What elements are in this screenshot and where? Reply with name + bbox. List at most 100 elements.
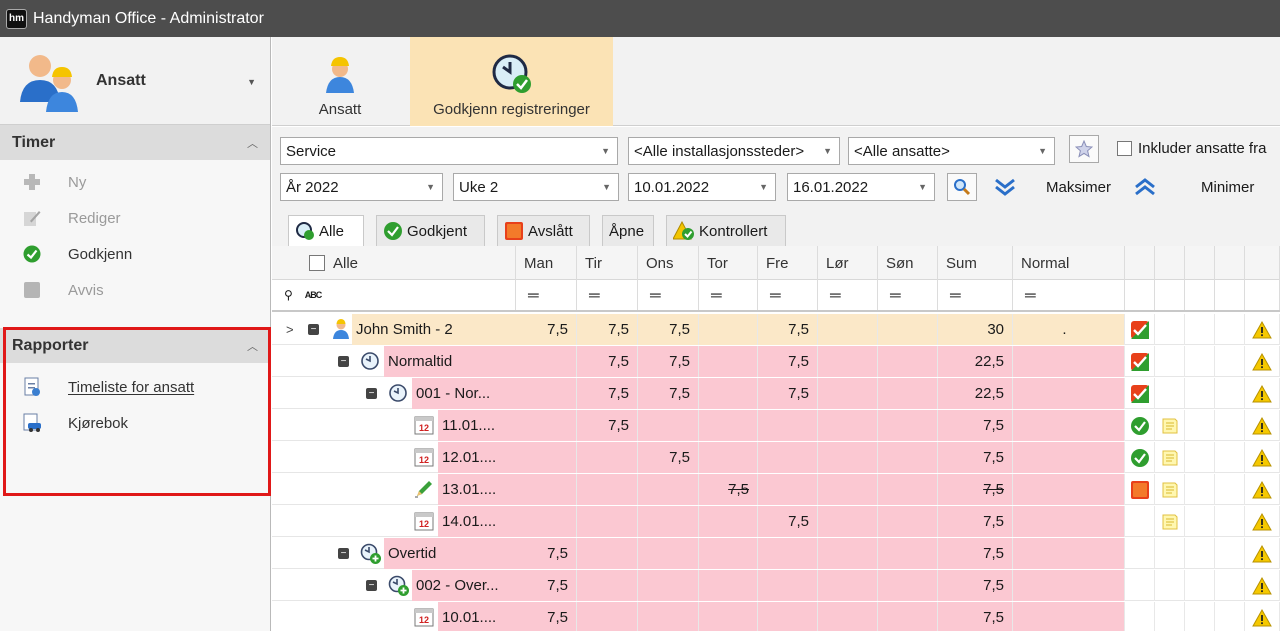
sum-cell[interactable]: 22,5 [938, 346, 1013, 377]
row-name-cell[interactable]: − Overtid [272, 538, 516, 569]
normal-cell[interactable] [1013, 570, 1125, 601]
ribbon-button-approve-registrations[interactable]: Godkjenn registreringer [410, 37, 613, 126]
sum-cell[interactable]: 7,5 [938, 506, 1013, 537]
row-name-cell[interactable]: > − John Smith - 2 [272, 314, 516, 345]
status-cell[interactable] [1125, 346, 1155, 377]
name-filter-cell[interactable]: ⚲ ABC [272, 280, 516, 310]
sum-cell[interactable]: 7,5 [938, 442, 1013, 473]
day-cell[interactable] [638, 570, 699, 601]
chevron-down-icon[interactable]: ▼ [247, 77, 256, 87]
normal-cell[interactable] [1013, 442, 1125, 473]
day-cell[interactable] [878, 314, 938, 345]
column-header-sum[interactable]: Sum [938, 246, 1013, 280]
timer-item-approve[interactable]: Godkjenn [0, 236, 270, 272]
extra-cell[interactable] [1185, 346, 1215, 377]
day-cell[interactable] [878, 474, 938, 505]
normal-cell[interactable] [1013, 474, 1125, 505]
collapse-toggle-icon[interactable]: − [338, 356, 349, 367]
date-from-picker[interactable]: 10.01.2022 ▼ [628, 173, 776, 201]
tab-approved[interactable]: Godkjent [376, 215, 485, 246]
column-filter-cell[interactable]: ═ [878, 280, 938, 310]
row-name-cell[interactable]: − 002 - Over... [272, 570, 516, 601]
day-cell[interactable] [758, 474, 818, 505]
day-cell[interactable]: 7,5 [516, 314, 577, 345]
day-cell[interactable]: 7,5 [758, 314, 818, 345]
extra-cell[interactable] [1215, 346, 1245, 377]
status-cell[interactable] [1125, 538, 1155, 569]
day-cell[interactable] [699, 442, 758, 473]
note-cell[interactable] [1155, 474, 1185, 505]
note-cell[interactable] [1155, 378, 1185, 409]
column-header-sat[interactable]: Lør [818, 246, 878, 280]
extra-cell[interactable] [1185, 474, 1215, 505]
column-header-mon[interactable]: Man [516, 246, 577, 280]
table-row[interactable]: − 002 - Over... 7,5 7,5 [272, 570, 1280, 601]
row-name-cell[interactable]: 12 14.01.... [272, 506, 516, 537]
day-cell[interactable] [758, 410, 818, 441]
day-cell[interactable] [699, 378, 758, 409]
day-cell[interactable] [516, 346, 577, 377]
column-filter-cell[interactable]: ═ [699, 280, 758, 310]
day-cell[interactable] [577, 538, 638, 569]
sum-cell[interactable]: 7,5 [938, 570, 1013, 601]
table-row[interactable]: 12 11.01.... 7,5 7,5 [272, 410, 1280, 441]
column-filter-cell[interactable]: ═ [758, 280, 818, 310]
day-cell[interactable] [818, 442, 878, 473]
day-cell[interactable]: 7,5 [638, 314, 699, 345]
column-filter-cell[interactable]: ═ [818, 280, 878, 310]
sum-cell[interactable]: 7,5 [938, 538, 1013, 569]
icon-filter-cell[interactable] [1155, 280, 1185, 310]
icon-filter-cell[interactable] [1185, 280, 1215, 310]
column-header-wed[interactable]: Ons [638, 246, 699, 280]
icon-filter-cell[interactable] [1245, 280, 1280, 310]
day-cell[interactable]: 7,5 [638, 346, 699, 377]
include-employees-checkbox[interactable] [1117, 141, 1132, 156]
extra-cell[interactable] [1215, 410, 1245, 441]
warning-cell[interactable] [1245, 346, 1280, 377]
collapse-toggle-icon[interactable]: − [338, 548, 349, 559]
day-cell[interactable] [818, 538, 878, 569]
locations-select[interactable]: <Alle installasjonssteder> ▼ [628, 137, 840, 165]
day-cell[interactable] [699, 506, 758, 537]
day-cell[interactable] [516, 442, 577, 473]
sum-cell[interactable]: 22,5 [938, 378, 1013, 409]
status-cell[interactable] [1125, 410, 1155, 441]
collapse-toggle-icon[interactable]: − [366, 580, 377, 591]
timer-item-new[interactable]: Ny [0, 164, 270, 200]
sum-cell[interactable]: 7,5 [938, 410, 1013, 441]
extra-cell[interactable] [1215, 602, 1245, 631]
day-cell[interactable]: 7,5 [577, 314, 638, 345]
status-cell[interactable] [1125, 570, 1155, 601]
collapse-toggle-icon[interactable]: − [308, 324, 319, 335]
day-cell[interactable] [699, 346, 758, 377]
day-cell[interactable] [516, 410, 577, 441]
table-row[interactable]: 12 10.01.... 7,5 7,5 [272, 602, 1280, 631]
chevron-up-icon[interactable]: ︿ [247, 135, 258, 151]
extra-cell[interactable] [1185, 602, 1215, 631]
day-cell[interactable] [818, 506, 878, 537]
warning-cell[interactable] [1245, 538, 1280, 569]
day-cell[interactable] [878, 442, 938, 473]
warning-cell[interactable] [1245, 602, 1280, 631]
sum-cell[interactable]: 30 [938, 314, 1013, 345]
row-name-cell[interactable]: 12 11.01.... [272, 410, 516, 441]
day-cell[interactable] [699, 570, 758, 601]
service-select[interactable]: Service ▼ [280, 137, 618, 165]
column-header-warning[interactable] [1245, 246, 1280, 280]
day-cell[interactable] [577, 506, 638, 537]
day-cell[interactable]: 7,5 [516, 602, 577, 631]
normal-cell[interactable] [1013, 602, 1125, 631]
day-cell[interactable] [577, 442, 638, 473]
day-cell[interactable] [818, 314, 878, 345]
day-cell[interactable] [638, 506, 699, 537]
name-column-header[interactable]: Alle [272, 246, 516, 280]
extra-cell[interactable] [1215, 538, 1245, 569]
column-header-fri[interactable]: Fre [758, 246, 818, 280]
normal-cell[interactable] [1013, 346, 1125, 377]
day-cell[interactable] [638, 410, 699, 441]
column-filter-cell[interactable]: ═ [938, 280, 1013, 310]
normal-cell[interactable] [1013, 506, 1125, 537]
sum-cell[interactable]: 7,5 [938, 474, 1013, 505]
day-cell[interactable] [516, 506, 577, 537]
column-header-tue[interactable]: Tir [577, 246, 638, 280]
